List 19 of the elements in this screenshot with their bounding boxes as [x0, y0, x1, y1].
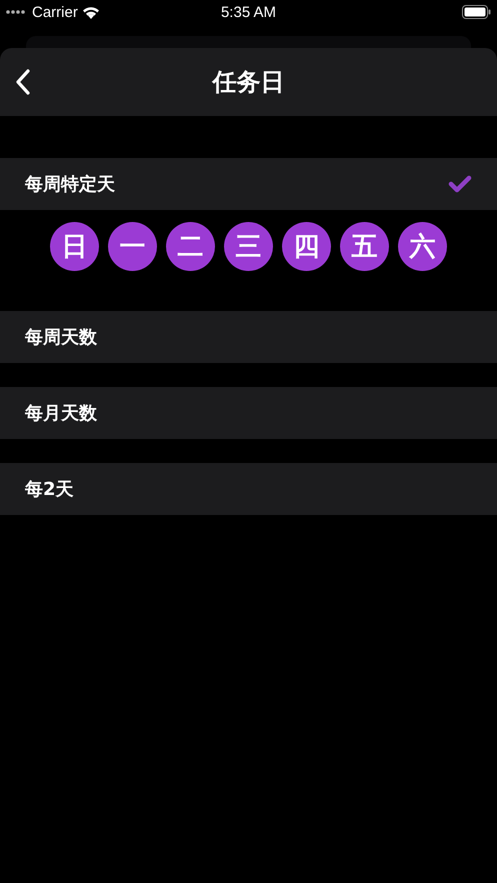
weekday-button[interactable]: 二 [166, 222, 215, 271]
option-row[interactable]: 每周特定天 [0, 158, 497, 210]
option-row[interactable]: 每2天 [0, 463, 497, 515]
weekday-button[interactable]: 日 [50, 222, 99, 271]
weekday-button[interactable]: 六 [398, 222, 447, 271]
weekday-button[interactable]: 一 [108, 222, 157, 271]
status-time: 5:35 AM [220, 4, 276, 20]
back-button[interactable] [14, 68, 32, 96]
carrier-label: Carrier [32, 4, 78, 20]
weekday-button[interactable]: 五 [340, 222, 389, 271]
option-row[interactable]: 每周天数 [0, 311, 497, 363]
battery-icon [462, 5, 491, 19]
signal-icon [6, 10, 28, 14]
weekday-button[interactable]: 四 [282, 222, 331, 271]
wifi-icon [82, 6, 100, 18]
weekday-button[interactable]: 三 [224, 222, 273, 271]
option-row[interactable]: 每月天数 [0, 387, 497, 439]
screen-title: 任务日 [212, 67, 284, 98]
back-icon [14, 68, 32, 96]
